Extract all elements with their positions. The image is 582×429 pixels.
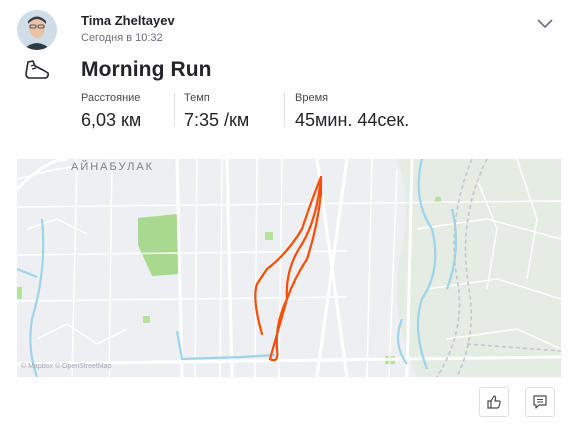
comment-button[interactable]	[525, 387, 555, 417]
stat-value: 6,03 км	[81, 110, 142, 130]
avatar[interactable]	[17, 10, 57, 50]
route-map[interactable]: АЙНАБУЛАК © Mapbox © OpenStreetMap	[17, 159, 561, 377]
map-place-label: АЙНАБУЛАК	[71, 161, 155, 173]
avatar-image	[17, 10, 57, 50]
stat-divider	[284, 93, 285, 127]
kudos-button[interactable]	[479, 387, 509, 417]
stat-value: 7:35 /км	[184, 110, 250, 130]
activity-title[interactable]: Morning Run	[81, 58, 212, 82]
stat-label: Расстояние	[81, 92, 141, 104]
stat-value: 45мин. 44сек.	[295, 110, 410, 130]
map-canvas	[17, 159, 561, 377]
stat-label: Время	[295, 92, 329, 104]
map-attribution: © Mapbox © OpenStreetMap	[21, 363, 112, 370]
thumbs-up-icon	[487, 395, 501, 409]
stat-pace: Темп 7:35 /км	[184, 92, 249, 131]
stat-distance: Расстояние 6,03 км	[81, 92, 141, 131]
comment-icon	[533, 395, 547, 409]
stat-label: Темп	[184, 92, 210, 104]
stat-divider	[174, 93, 175, 127]
athlete-name[interactable]: Tima Zheltayev	[81, 13, 175, 28]
running-shoe-icon	[21, 58, 51, 84]
chevron-down-icon[interactable]	[537, 16, 553, 29]
stat-time: Время 45мин. 44сек.	[295, 92, 409, 131]
activity-timestamp: Сегодня в 10:32	[81, 32, 163, 44]
